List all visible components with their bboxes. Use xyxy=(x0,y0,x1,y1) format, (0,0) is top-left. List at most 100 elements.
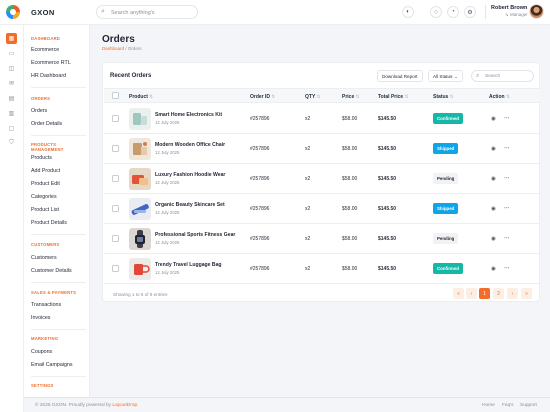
avatar[interactable] xyxy=(529,4,544,19)
bell-icon[interactable]: ◔ xyxy=(447,6,459,18)
recent-orders-card: Recent Orders Download Report All Status… xyxy=(102,62,540,302)
next-page-button[interactable]: › xyxy=(507,288,518,299)
column-header-action[interactable]: Action ⇅ xyxy=(489,94,510,100)
first-page-button[interactable]: « xyxy=(453,288,464,299)
footer-link-home[interactable]: Home xyxy=(482,403,495,408)
product-name[interactable]: Trendy Travel Luggage Bag xyxy=(155,262,222,268)
column-header-total-price[interactable]: Total Price ⇅ xyxy=(378,94,408,100)
sidebar-item-ecommerce[interactable]: Ecommerce xyxy=(31,47,59,53)
view-eye-icon[interactable]: ◉ xyxy=(491,266,496,272)
view-eye-icon[interactable]: ◉ xyxy=(491,176,496,182)
view-eye-icon[interactable]: ◉ xyxy=(491,206,496,212)
more-options-icon[interactable]: ⋯ xyxy=(504,206,510,212)
sidebar-item-product-details[interactable]: Product Details xyxy=(31,220,67,226)
folder-icon[interactable]: ▤ xyxy=(6,93,17,104)
last-page-button[interactable]: » xyxy=(521,288,532,299)
quantity: x2 xyxy=(305,176,311,182)
sidebar-item-product-list[interactable]: Product List xyxy=(31,207,59,213)
sidebar-item-categories[interactable]: Categories xyxy=(31,194,57,200)
column-header-status[interactable]: Status ⇅ xyxy=(433,94,453,100)
calendar-icon[interactable]: ▭ xyxy=(6,48,17,59)
sort-icon: ⇅ xyxy=(355,93,360,99)
table-search-input[interactable]: ⌕ Search xyxy=(471,70,534,82)
page-2-button[interactable]: 2 xyxy=(493,288,504,299)
file-icon[interactable]: ▢ xyxy=(6,123,17,134)
product-image xyxy=(129,138,151,160)
column-header-product[interactable]: Product ⇅ xyxy=(129,94,153,100)
sort-icon: ⇅ xyxy=(449,93,454,99)
total-price: $145.50 xyxy=(378,116,397,122)
total-price: $145.50 xyxy=(378,236,397,242)
product-image xyxy=(129,108,151,130)
select-all-checkbox[interactable] xyxy=(112,92,119,99)
sidebar-item-order-details[interactable]: Order Details xyxy=(31,121,62,127)
more-options-icon[interactable]: ⋯ xyxy=(504,236,510,242)
sidebar-section-title: MARKETING xyxy=(31,336,59,341)
product-name[interactable]: Organic Beauty Skincare Set xyxy=(155,202,225,208)
table-row: Professional Sports Fitness Gear 12 July … xyxy=(104,224,540,254)
more-options-icon[interactable]: ⋯ xyxy=(504,266,510,272)
sidebar-divider xyxy=(31,234,86,235)
column-header-order-id[interactable]: Order ID ⇅ xyxy=(250,94,275,100)
shield-icon[interactable]: ⛉ xyxy=(6,138,17,149)
footer-powered-by-link[interactable]: LayoutDrop. xyxy=(112,403,138,408)
global-search-input[interactable]: ⌕ Search anything's xyxy=(96,5,198,19)
sidebar-item-orders[interactable]: Orders xyxy=(31,108,47,114)
column-header-price[interactable]: Price ⇅ xyxy=(342,94,359,100)
view-eye-icon[interactable]: ◉ xyxy=(491,146,496,152)
product-name[interactable]: Luxury Fashion Hoodie Wear xyxy=(155,172,225,178)
product-image xyxy=(129,168,151,190)
mail-icon[interactable]: ✉ xyxy=(6,78,17,89)
product-name[interactable]: Smart Home Electronics Kit xyxy=(155,112,222,118)
product-name[interactable]: Modern Wooden Office Chair xyxy=(155,142,225,148)
footer-link-faqs[interactable]: Faq's xyxy=(502,403,514,408)
more-options-icon[interactable]: ⋯ xyxy=(504,176,510,182)
sidebar-item-coupons[interactable]: Coupons xyxy=(31,349,52,355)
column-header-qty[interactable]: QTY ⇅ xyxy=(305,94,320,100)
sidebar-item-customers[interactable]: Customers xyxy=(31,255,57,261)
price: $58.00 xyxy=(342,236,358,242)
order-id: #257896 xyxy=(250,146,270,152)
prev-page-button[interactable]: ‹ xyxy=(466,288,477,299)
view-eye-icon[interactable]: ◉ xyxy=(491,236,496,242)
sidebar-section-title: ORDERS xyxy=(31,96,51,101)
sidebar-item-customer-details[interactable]: Customer Details xyxy=(31,268,72,274)
sidebar-item-transactions[interactable]: Transactions xyxy=(31,302,61,308)
row-checkbox[interactable] xyxy=(112,145,119,152)
brand-logo[interactable] xyxy=(6,5,20,19)
row-checkbox[interactable] xyxy=(112,175,119,182)
sidebar-item-hr-dashboard[interactable]: HR Dashboard xyxy=(31,73,66,79)
row-checkbox[interactable] xyxy=(112,205,119,212)
row-checkbox[interactable] xyxy=(112,265,119,272)
more-options-icon[interactable]: ⋯ xyxy=(504,146,510,152)
row-checkbox[interactable] xyxy=(112,115,119,122)
dashboard-icon[interactable]: ▦ xyxy=(6,33,17,44)
row-checkbox[interactable] xyxy=(112,235,119,242)
sidebar-item-invoices[interactable]: Invoices xyxy=(31,315,50,321)
theme-toggle-icon[interactable]: ◐ xyxy=(402,6,414,18)
breadcrumb-home[interactable]: Dashboard xyxy=(102,46,124,51)
order-date: 12 July 2025 xyxy=(155,180,180,185)
product-name[interactable]: Professional Sports Fitness Gear xyxy=(155,232,235,238)
status-badge: Shipped xyxy=(433,143,459,154)
footer-link-support[interactable]: Support xyxy=(520,403,537,408)
sidebar-item-ecommerce-rtl[interactable]: Ecommerce RTL xyxy=(31,60,71,66)
sidebar-item-email-campaigns[interactable]: Email Campaigns xyxy=(31,362,73,368)
view-eye-icon[interactable]: ◉ xyxy=(491,116,496,122)
sidebar-item-product-edit[interactable]: Product Edit xyxy=(31,181,60,187)
footer: © 2025 GXON. Proudly powered by LayoutDr… xyxy=(24,397,550,412)
page-1-button[interactable]: 1 xyxy=(479,288,490,299)
settings-icon[interactable]: ⚙ xyxy=(464,6,476,18)
user-name[interactable]: Robert Brown xyxy=(491,5,527,11)
card-title: Recent Orders xyxy=(110,73,152,79)
status-filter-select[interactable]: All Status ⌄ xyxy=(428,70,463,82)
notification-icon[interactable]: ♢ xyxy=(430,6,442,18)
chat-icon[interactable]: ◫ xyxy=(6,63,17,74)
chart-icon[interactable]: ▥ xyxy=(6,108,17,119)
more-options-icon[interactable]: ⋯ xyxy=(504,116,510,122)
status-badge: Confirmed xyxy=(433,263,463,274)
sidebar-item-products[interactable]: Products xyxy=(31,155,52,161)
download-report-button[interactable]: Download Report xyxy=(377,70,423,82)
total-price: $145.50 xyxy=(378,176,397,182)
sidebar-item-add-product[interactable]: Add Product xyxy=(31,168,60,174)
